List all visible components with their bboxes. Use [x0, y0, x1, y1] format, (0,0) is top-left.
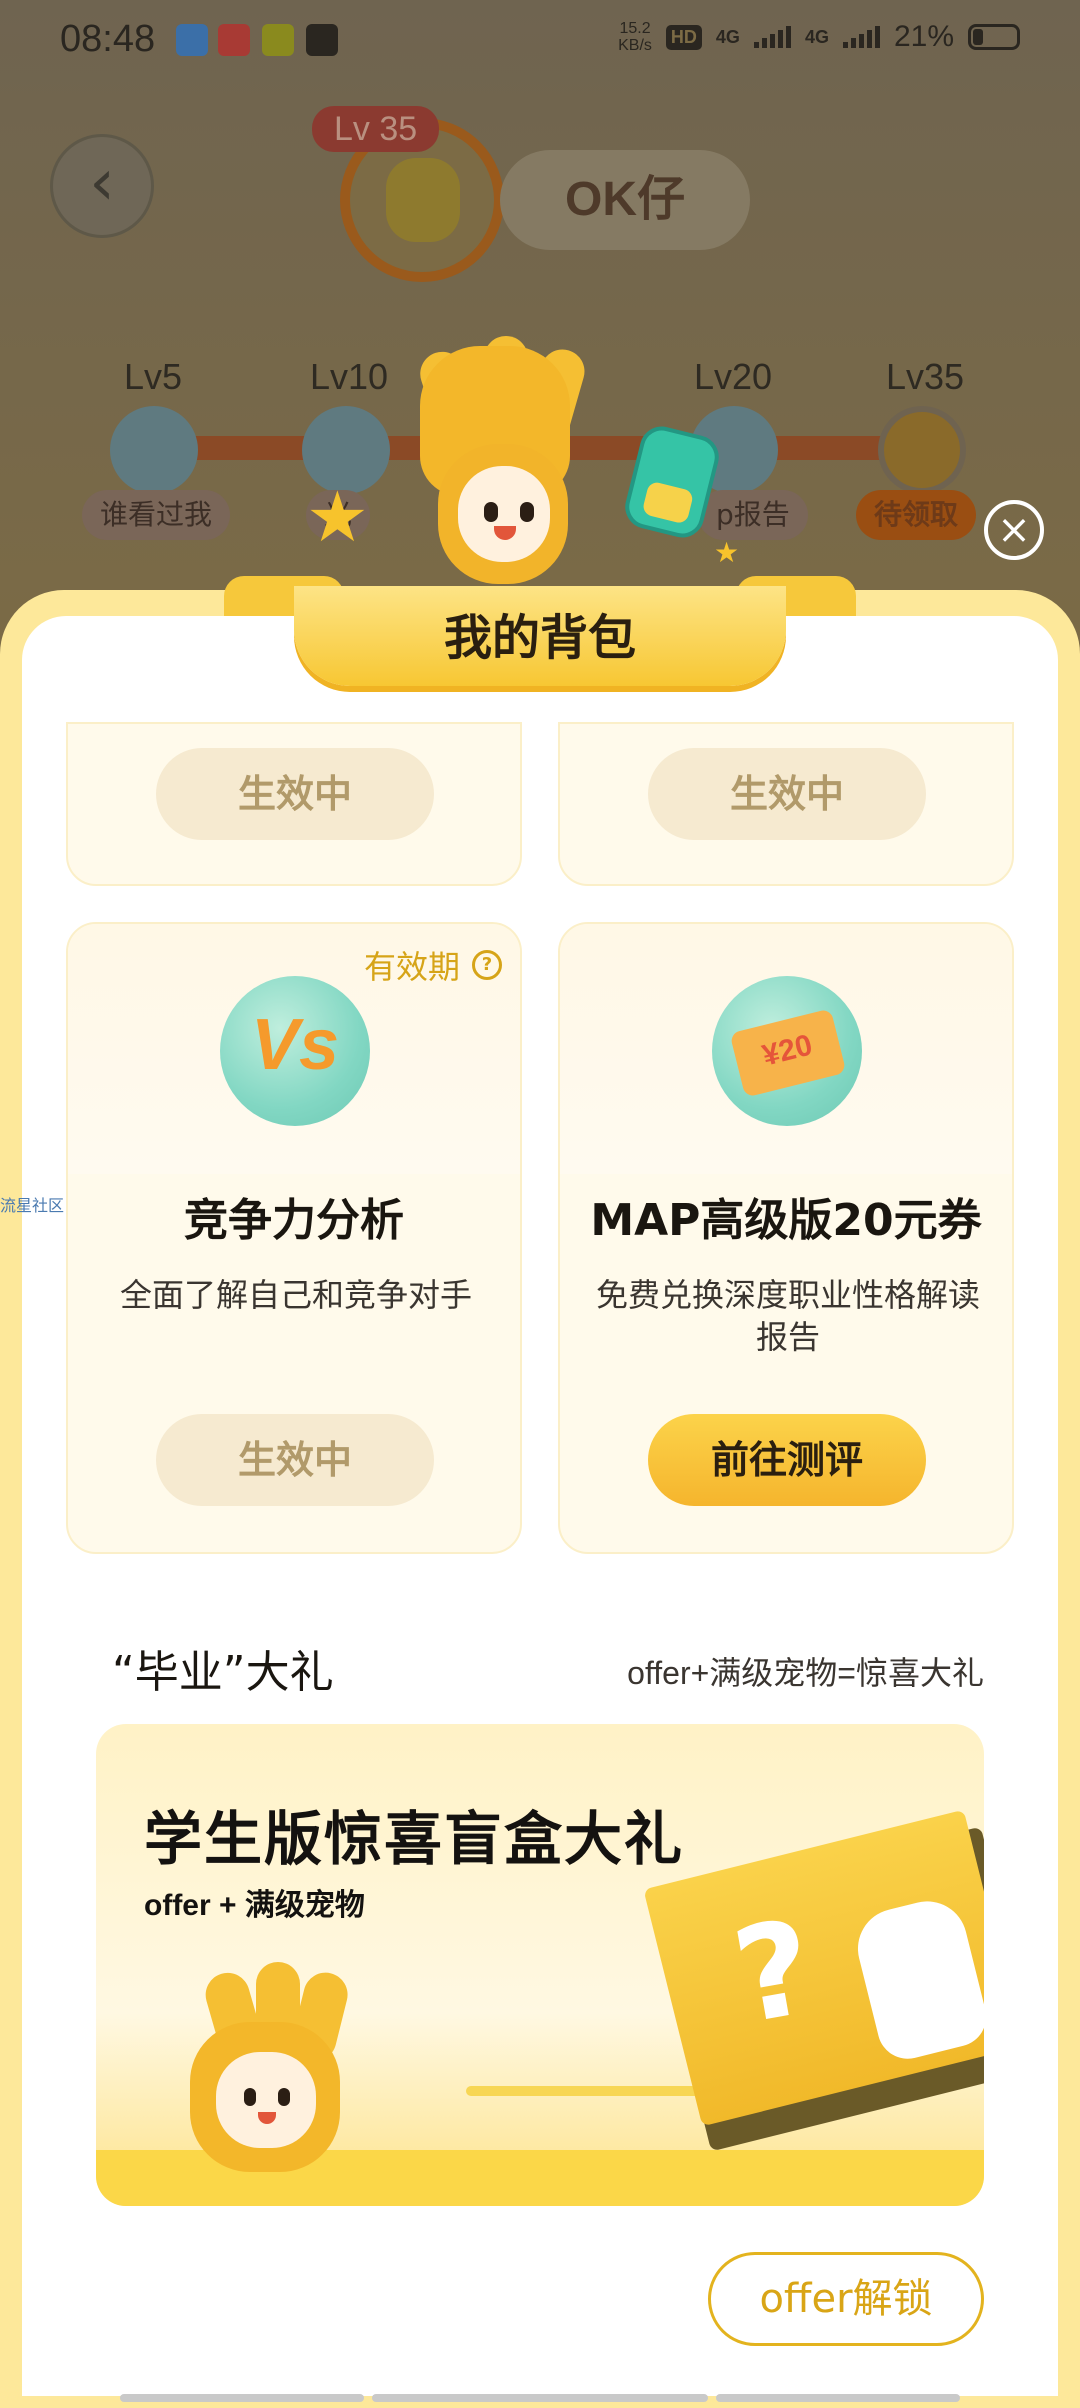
level-label: Lv20	[694, 356, 773, 397]
go-assessment-button[interactable]: 前往测评	[648, 1414, 926, 1506]
net-speed: 15.2 KB/s	[618, 20, 652, 54]
validity-label: 有效期	[363, 948, 460, 986]
banner-decor-line	[466, 2086, 716, 2096]
banner-title: 学生版惊喜盲盒大礼	[144, 1805, 685, 1873]
signal-bars-icon	[842, 26, 880, 48]
status-button[interactable]: 生效中	[156, 1414, 434, 1506]
nav-indicator	[120, 2394, 364, 2402]
soul-icon	[306, 24, 338, 56]
level-reward-chip[interactable]: 谁看过我	[82, 490, 231, 540]
benefit-card: 生效中	[558, 722, 1014, 886]
vs-icon: Vs	[220, 976, 370, 1126]
card-title: MAP高级版20元券	[590, 1195, 982, 1246]
app-icon	[262, 24, 294, 56]
mascot-icon	[160, 1962, 370, 2172]
blind-box-banner[interactable]: 学生版惊喜盲盒大礼 offer + 满级宠物 ?	[96, 1724, 984, 2206]
star-icon: ★	[714, 536, 740, 569]
mascot-illustration	[380, 336, 610, 596]
card-description: 免费兑换深度职业性格解读报告	[595, 1276, 980, 1356]
level-label: Lv10	[310, 356, 389, 397]
validity-link[interactable]: 有效期 ?	[364, 942, 502, 988]
nav-indicator	[716, 2394, 960, 2402]
status-time: 08:48	[60, 18, 156, 60]
map-coupon-card: ¥20 MAP高级版20元券 免费兑换深度职业性格解读报告 前往测评	[558, 922, 1014, 1554]
card-title: 竞争力分析	[184, 1195, 404, 1246]
coupon-icon: ¥20	[712, 976, 862, 1126]
card-description: 全面了解自己和竞争对手	[119, 1276, 472, 1314]
hd-icon: HD	[665, 24, 702, 50]
status-button[interactable]: 生效中	[156, 748, 434, 840]
benefit-card: 生效中	[66, 722, 522, 886]
status-button[interactable]: 生效中	[648, 748, 926, 840]
toutiao-icon	[218, 24, 250, 56]
signal-bars-icon	[753, 26, 791, 48]
graduation-subtitle: offer+满级宠物=惊喜大礼	[627, 1655, 984, 1691]
gift-icon[interactable]	[878, 406, 966, 494]
coupon-icon-text: ¥20	[759, 1028, 816, 1073]
net-speed-value: 15.2	[619, 20, 651, 37]
side-floating-label[interactable]: 流星社区	[0, 1192, 64, 1216]
nickname: OK仔	[500, 150, 750, 250]
vs-icon-text: Vs	[250, 1005, 340, 1085]
status-bar: 08:48 15.2 KB/s HD 4G 4G 21%	[0, 0, 1080, 84]
star-icon: ★	[306, 476, 369, 558]
offer-unlock-button[interactable]: offer解锁	[708, 2252, 984, 2346]
signal-1-label: 4G	[715, 26, 740, 47]
battery-percent: 21%	[893, 20, 954, 53]
graduation-title: “毕业”大礼	[112, 1647, 334, 1698]
question-icon: ?	[472, 950, 502, 980]
back-button[interactable]: ‹	[50, 134, 154, 238]
level-reward-claim-chip[interactable]: 待领取	[856, 490, 977, 540]
net-speed-unit: KB/s	[618, 37, 652, 54]
level-badge: Lv 35	[312, 106, 440, 152]
status-right: 15.2 KB/s HD 4G 4G 21%	[618, 20, 1020, 54]
banner-subtitle: offer + 满级宠物	[144, 1889, 365, 1922]
level-reward-icon[interactable]	[110, 406, 198, 494]
level-reward-chip[interactable]: p报告	[698, 490, 808, 540]
competitiveness-card: 有效期 ? Vs 竞争力分析 全面了解自己和竞争对手 生效中	[66, 922, 522, 1554]
level-label: Lv5	[124, 356, 183, 397]
nav-indicator	[372, 2394, 708, 2402]
battery-icon	[968, 24, 1020, 50]
sheet-title: 我的背包	[443, 610, 636, 666]
close-icon[interactable]: ×	[984, 500, 1044, 560]
ticket-shape: ¥20	[729, 1008, 847, 1098]
level-label: Lv35	[886, 356, 965, 397]
signal-2-label: 4G	[804, 26, 829, 47]
qq-icon	[176, 24, 208, 56]
